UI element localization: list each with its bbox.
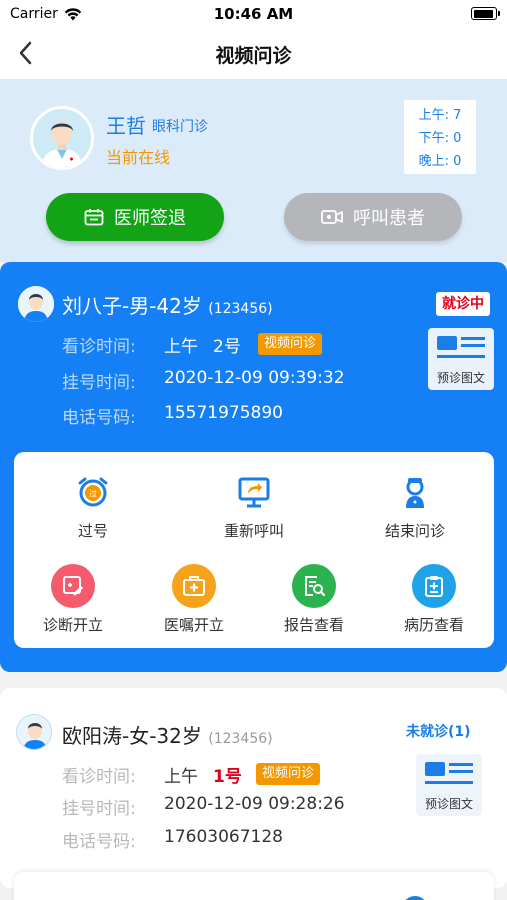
phone-label: 电话号码: (62, 832, 136, 852)
patient-avatar-icon (17, 715, 51, 749)
period-morning: 上午: 7 (418, 108, 462, 123)
diagnosis-icon (63, 576, 83, 596)
active-patient-card[interactable]: 刘八子-男-42岁 (123456) 就诊中 看诊时间: 上午 2号 视频问诊 … (0, 262, 507, 672)
pre-diagnosis-doc-button[interactable]: 预诊图文 (416, 754, 482, 816)
period-afternoon: 下午: 0 (418, 131, 462, 146)
clipboard-icon (425, 576, 443, 597)
status-bar: Carrier 10:46 AM (0, 0, 507, 28)
patient-name: 刘八子-男-42岁 (62, 294, 202, 318)
alarm-clock-icon: 过 (78, 477, 108, 507)
doctor-avatar (30, 106, 94, 170)
doctor-name: 王哲 (106, 114, 146, 138)
call-label: 呼叫患者 (353, 208, 425, 229)
patient-id: (123456) (208, 301, 273, 317)
visit-period: 上午 (164, 767, 198, 787)
navigation-bar: 视频问诊 (0, 28, 507, 80)
register-time-label: 挂号时间: (62, 373, 136, 393)
action-diagnosis[interactable]: 诊断开立 (18, 564, 128, 635)
action-panel: 过 过号 重新呼叫 结束问诊 诊断开立 医嘱开立 报告查看 病历查看 (14, 452, 494, 648)
register-time: 2020-12-09 09:39:32 (164, 368, 345, 388)
action-recall-label: 重新呼叫 (223, 522, 284, 540)
action-records-label: 病历查看 (403, 616, 464, 634)
doctor-department: 眼科门诊 (152, 119, 208, 135)
action-recall[interactable]: 重新呼叫 (199, 470, 309, 541)
page-title: 视频问诊 (215, 45, 292, 67)
signout-label: 医师签退 (114, 208, 186, 229)
doctor-panel: 王哲 眼科门诊 当前在线 上午: 7 下午: 0 晚上: 0 医师签退 呼叫患者 (0, 80, 507, 262)
clock: 10:46 AM (213, 5, 294, 23)
phone-number: 17603067128 (164, 827, 283, 847)
pre-doc-label: 预诊图文 (424, 797, 473, 811)
monitor-recall-icon (238, 477, 270, 508)
status-badge: 就诊中 (436, 292, 490, 316)
phone-number: 15571975890 (164, 403, 283, 423)
visit-time-label: 看诊时间: (62, 337, 136, 357)
patient-card[interactable]: 欧阳涛-女-32岁 (123456) 未就诊(1) 看诊时间: 上午 1号 视频… (0, 688, 507, 888)
action-diagnosis-label: 诊断开立 (42, 616, 103, 634)
next-action-panel (14, 872, 494, 900)
action-end-consult[interactable]: 结束问诊 (360, 470, 470, 541)
medical-kit-icon (183, 576, 205, 596)
action-reports[interactable]: 报告查看 (259, 564, 369, 635)
action-reports-label: 报告查看 (283, 616, 344, 634)
action-skip[interactable]: 过 过号 (38, 470, 148, 541)
pre-diagnosis-doc-button[interactable]: 预诊图文 (428, 328, 494, 390)
period-evening: 晚上: 0 (418, 154, 462, 169)
register-time-label: 挂号时间: (62, 799, 136, 819)
action-end-consult-label: 结束问诊 (384, 522, 445, 540)
register-time: 2020-12-09 09:28:26 (164, 794, 345, 814)
report-search-icon (305, 576, 326, 597)
doctor-signout-button[interactable]: 医师签退 (46, 193, 224, 241)
status-badge: 未就诊(1) (406, 724, 471, 740)
action-skip-label: 过号 (77, 522, 108, 540)
video-camera-icon (321, 210, 343, 224)
partial-icon (402, 896, 428, 900)
visit-number: 1号 (213, 767, 242, 787)
action-records[interactable]: 病历查看 (379, 564, 489, 635)
visit-period: 上午 (164, 337, 198, 357)
action-orders-label: 医嘱开立 (163, 616, 224, 634)
patient-name-line: 欧阳涛-女-32岁 (123456) (62, 720, 273, 749)
visit-time-label: 看诊时间: (62, 767, 136, 787)
video-consult-tag: 视频问诊 (256, 763, 321, 785)
document-image-icon (437, 336, 485, 358)
patient-name: 欧阳涛-女-32岁 (62, 724, 202, 748)
doctor-icon (406, 478, 424, 508)
patient-name-line: 刘八子-男-42岁 (123456) (62, 290, 273, 319)
period-count-box: 上午: 7 下午: 0 晚上: 0 (404, 100, 476, 174)
patient-avatar (18, 286, 54, 322)
visit-number: 2号 (213, 337, 241, 357)
video-consult-tag: 视频问诊 (258, 333, 323, 355)
call-patient-button[interactable]: 呼叫患者 (284, 193, 462, 241)
calendar-icon (84, 209, 104, 226)
patient-id: (123456) (208, 731, 273, 747)
action-orders[interactable]: 医嘱开立 (139, 564, 249, 635)
pre-doc-label: 预诊图文 (436, 371, 485, 385)
battery-icon (471, 7, 500, 20)
doctor-avatar-icon (33, 109, 91, 167)
svg-text:过: 过 (89, 489, 97, 499)
phone-label: 电话号码: (62, 408, 136, 428)
document-image-icon (425, 762, 473, 784)
doctor-status: 当前在线 (106, 148, 171, 167)
patient-avatar (16, 714, 52, 750)
patient-avatar-icon (18, 286, 54, 322)
